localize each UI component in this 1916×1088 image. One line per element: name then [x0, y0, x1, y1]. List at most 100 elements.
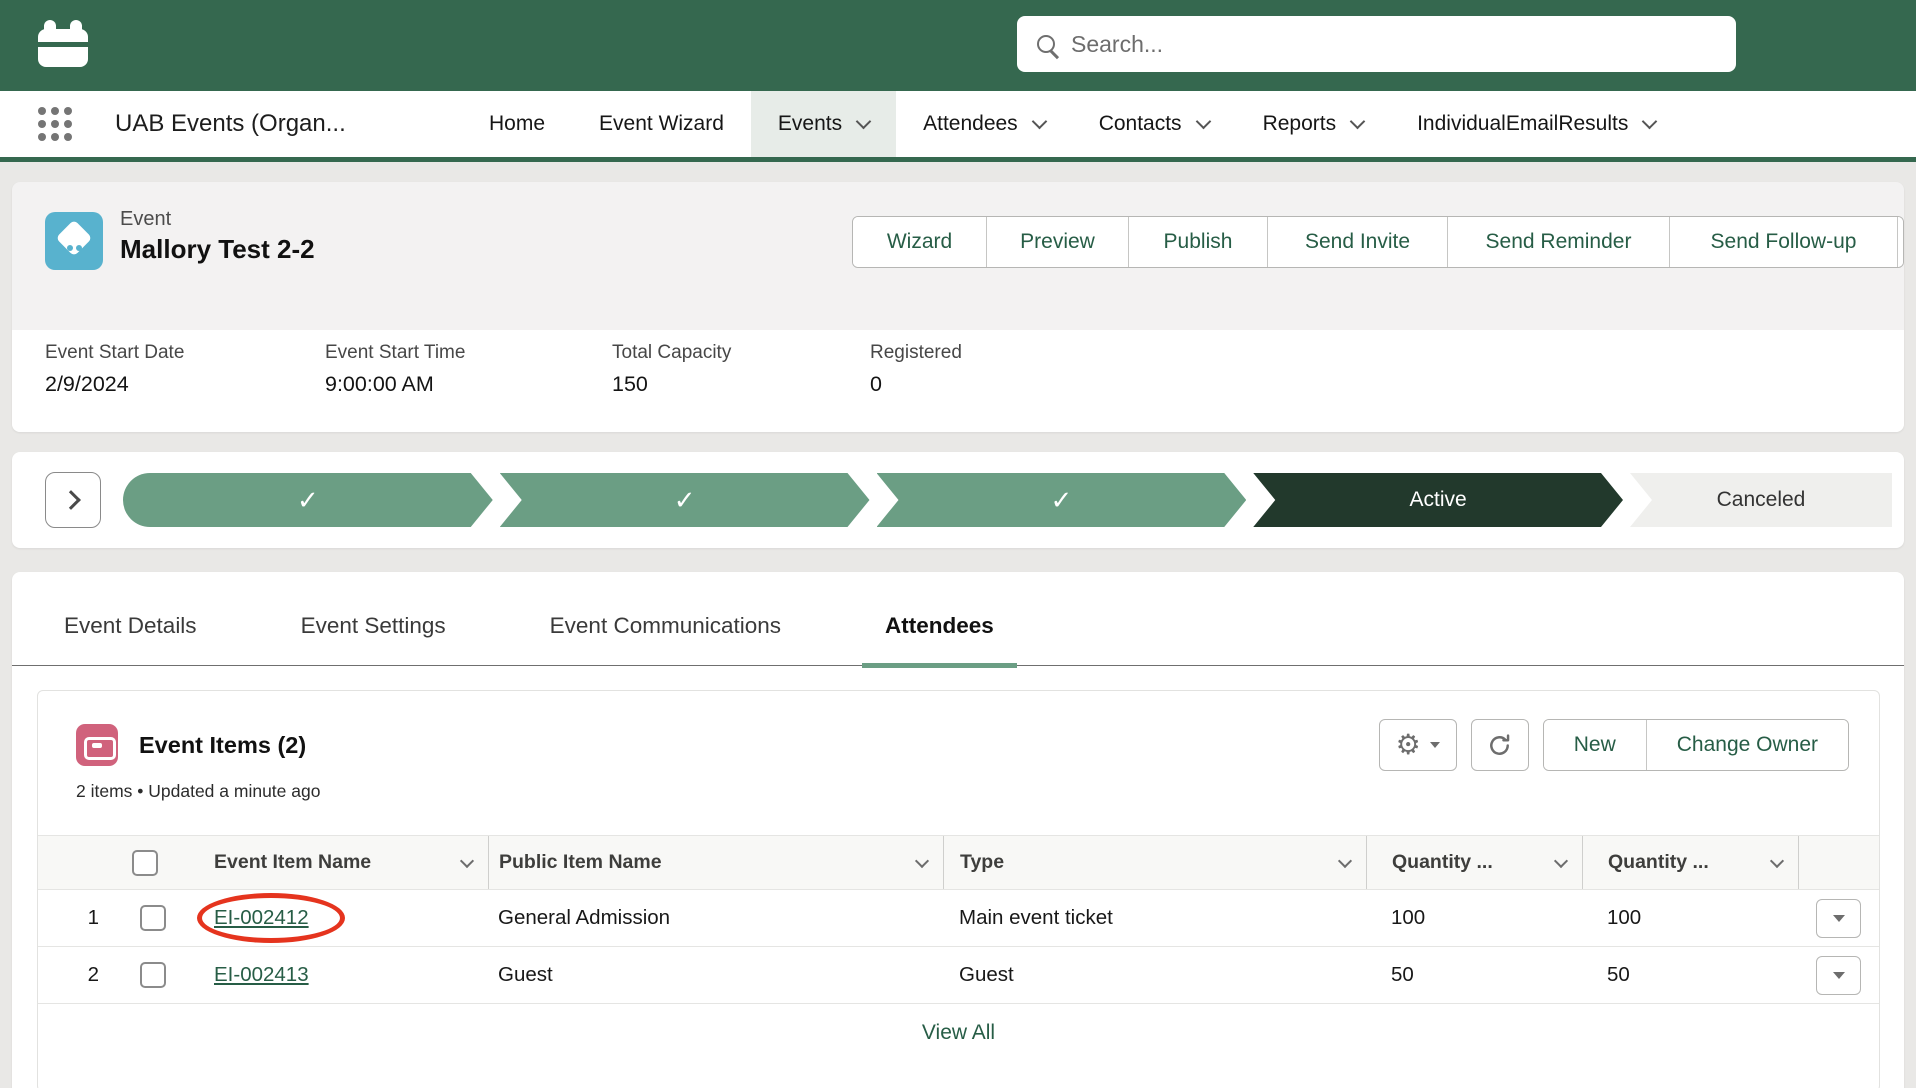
row-number: 2 — [38, 947, 113, 1003]
search-icon — [1037, 35, 1055, 53]
type-cell: Main event ticket — [943, 890, 1366, 946]
row-actions-icon — [1833, 915, 1845, 922]
row-actions-button[interactable] — [1816, 956, 1861, 995]
chevron-down-icon — [1430, 742, 1440, 748]
path-stage-active[interactable]: Active — [1253, 473, 1623, 527]
more-actions-button[interactable] — [1897, 217, 1903, 267]
related-list-meta: 2 items • Updated a minute ago — [38, 781, 1879, 802]
public-item-name-cell: Guest — [488, 947, 943, 1003]
publish-button[interactable]: Publish — [1128, 217, 1267, 267]
nav-tab-events[interactable]: Events — [751, 91, 896, 157]
check-icon — [297, 485, 319, 516]
related-list-title: Event Items (2) — [139, 732, 306, 759]
column-header-quantity-2[interactable]: Quantity ... — [1582, 836, 1798, 889]
chevron-down-icon[interactable] — [1770, 853, 1784, 867]
search-input[interactable] — [1071, 31, 1716, 58]
chevron-down-icon[interactable] — [460, 853, 474, 867]
chevron-down-icon[interactable] — [1195, 113, 1211, 129]
global-header — [0, 0, 1916, 91]
column-header-quantity-1[interactable]: Quantity ... — [1366, 836, 1582, 889]
nav-tab-individualemailresults[interactable]: IndividualEmailResults — [1390, 91, 1682, 157]
refresh-button[interactable] — [1471, 719, 1529, 771]
entity-label: Event — [120, 208, 171, 231]
nav-tab-home[interactable]: Home — [462, 91, 572, 157]
checkbox[interactable] — [132, 850, 158, 876]
row-number-header — [38, 836, 113, 889]
chevron-down-icon[interactable] — [915, 853, 929, 867]
view-all-link[interactable]: View All — [922, 1021, 995, 1045]
path-card: Active Canceled — [12, 452, 1904, 548]
table-header-row: Event Item Name Public Item Name Type Qu… — [38, 835, 1879, 890]
column-header-public-item-name[interactable]: Public Item Name — [488, 836, 943, 889]
check-icon — [1050, 485, 1072, 516]
checkbox[interactable] — [140, 905, 166, 931]
quantity-1-cell: 50 — [1366, 947, 1582, 1003]
tab-event-communications[interactable]: Event Communications — [527, 613, 804, 665]
event-entity-icon — [45, 212, 103, 270]
quantity-2-cell: 50 — [1582, 947, 1798, 1003]
chevron-down-icon[interactable] — [856, 113, 872, 129]
app-launcher-icon[interactable] — [38, 107, 72, 141]
quantity-1-cell: 100 — [1366, 890, 1582, 946]
stage-path: Active Canceled — [123, 473, 1892, 527]
tab-attendees[interactable]: Attendees — [862, 613, 1017, 665]
wizard-button[interactable]: Wizard — [853, 217, 986, 267]
table-row: 2 EI-002413 Guest Guest 50 50 — [38, 947, 1879, 1004]
field-event-start-date: Event Start Date2/9/2024 — [45, 342, 184, 397]
quantity-2-cell: 100 — [1582, 890, 1798, 946]
table-row: 1 EI-002412 General Admission Main event… — [38, 890, 1879, 947]
select-all-checkbox — [113, 836, 193, 889]
app-name: UAB Events (Organ... — [115, 91, 346, 157]
column-header-event-item-name[interactable]: Event Item Name — [193, 836, 488, 889]
view-all-row: View All — [38, 1004, 1879, 1062]
highlight-fields: Event Start Date2/9/2024 Event Start Tim… — [12, 330, 1904, 432]
send-invite-button[interactable]: Send Invite — [1267, 217, 1447, 267]
chevron-down-icon[interactable] — [1554, 853, 1568, 867]
field-event-start-time: Event Start Time9:00:00 AM — [325, 342, 465, 397]
check-icon — [674, 485, 696, 516]
event-item-link[interactable]: EI-002413 — [214, 963, 309, 987]
nav-tab-contacts[interactable]: Contacts — [1072, 91, 1236, 157]
path-stage-canceled[interactable]: Canceled — [1630, 473, 1892, 527]
public-item-name-cell: General Admission — [488, 890, 943, 946]
path-stage-1-complete[interactable] — [123, 473, 493, 527]
refresh-icon — [1486, 732, 1513, 759]
path-stage-2-complete[interactable] — [500, 473, 870, 527]
nav-tabs: Home Event Wizard Events Attendees Conta… — [462, 91, 1682, 157]
global-search[interactable] — [1017, 16, 1736, 72]
field-total-capacity: Total Capacity150 — [612, 342, 731, 397]
column-header-type[interactable]: Type — [943, 836, 1366, 889]
related-list-header: Event Items (2) New Change Owner — [38, 691, 1879, 771]
record-actions: Wizard Preview Publish Send Invite Send … — [852, 216, 1904, 268]
new-button[interactable]: New — [1544, 720, 1646, 770]
row-actions-button[interactable] — [1816, 899, 1861, 938]
ticket-icon — [76, 724, 118, 766]
event-items-table: Event Item Name Public Item Name Type Qu… — [38, 835, 1879, 1062]
checkbox[interactable] — [140, 962, 166, 988]
chevron-down-icon[interactable] — [1031, 113, 1047, 129]
related-list-actions: New Change Owner — [1543, 719, 1849, 771]
path-expand-icon — [61, 490, 81, 510]
tab-event-details[interactable]: Event Details — [41, 613, 220, 665]
chevron-down-icon[interactable] — [1642, 113, 1658, 129]
change-owner-button[interactable]: Change Owner — [1646, 720, 1848, 770]
nav-tab-reports[interactable]: Reports — [1236, 91, 1391, 157]
chevron-down-icon[interactable] — [1350, 113, 1366, 129]
nav-tab-event-wizard[interactable]: Event Wizard — [572, 91, 751, 157]
path-stage-3-complete[interactable] — [877, 473, 1247, 527]
record-detail-tabs: Event Details Event Settings Event Commu… — [12, 572, 1904, 666]
tab-event-settings[interactable]: Event Settings — [278, 613, 469, 665]
record-header-card: Event Mallory Test 2-2 Wizard Preview Pu… — [12, 182, 1904, 432]
column-header-actions — [1798, 836, 1879, 889]
event-items-related-list: Event Items (2) New Change Owner 2 items… — [37, 690, 1880, 1088]
path-expand-button[interactable] — [45, 472, 101, 528]
chevron-down-icon[interactable] — [1338, 853, 1352, 867]
event-item-link[interactable]: EI-002412 — [214, 906, 309, 930]
gear-icon — [1396, 731, 1421, 759]
list-settings-button[interactable] — [1379, 719, 1457, 771]
send-reminder-button[interactable]: Send Reminder — [1447, 217, 1669, 267]
preview-button[interactable]: Preview — [986, 217, 1128, 267]
nav-tab-attendees[interactable]: Attendees — [896, 91, 1072, 157]
send-follow-up-button[interactable]: Send Follow-up — [1669, 217, 1897, 267]
row-number: 1 — [38, 890, 113, 946]
